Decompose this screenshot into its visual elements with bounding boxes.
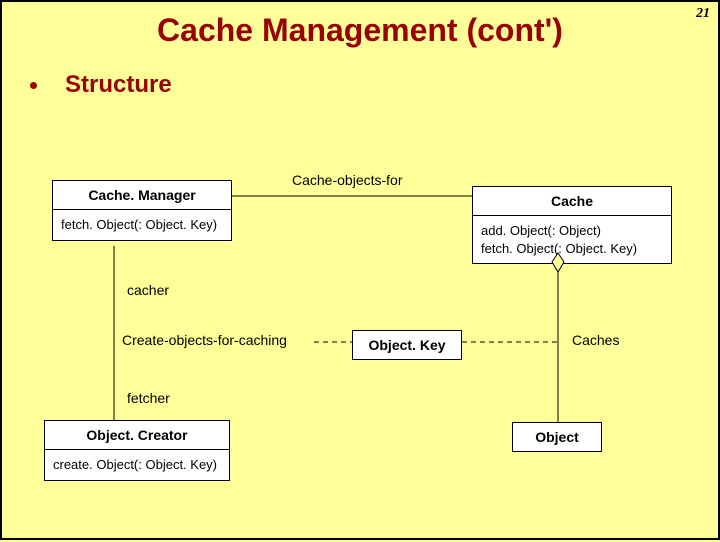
assoc-create-objects-for-caching: Create-objects-for-caching (122, 332, 287, 348)
assoc-cache-objects-for: Cache-objects-for (292, 172, 403, 188)
class-cache: Cache add. Object(: Object) fetch. Objec… (472, 186, 672, 264)
structure-bullet: Structure (30, 71, 718, 99)
class-object-key: Object. Key (352, 330, 462, 360)
class-object-name: Object (513, 423, 601, 451)
class-cache-op-1: fetch. Object(: Object. Key) (481, 240, 663, 258)
bullet-icon (30, 82, 37, 89)
class-object-creator-name: Object. Creator (45, 421, 229, 450)
class-object-creator-op-0: create. Object(: Object. Key) (45, 450, 229, 480)
class-object-key-name: Object. Key (353, 331, 461, 359)
class-cache-op-0: add. Object(: Object) (481, 222, 663, 240)
page-title: Cache Management (cont') (2, 2, 718, 49)
bullet-text: Structure (65, 71, 172, 99)
class-cache-manager: Cache. Manager fetch. Object(: Object. K… (52, 180, 232, 241)
page-number: 21 (696, 6, 710, 22)
class-cache-manager-name: Cache. Manager (53, 181, 231, 210)
class-object-creator: Object. Creator create. Object(: Object.… (44, 420, 230, 481)
class-cache-ops: add. Object(: Object) fetch. Object(: Ob… (473, 216, 671, 263)
class-cache-manager-op-0: fetch. Object(: Object. Key) (53, 210, 231, 240)
class-object: Object (512, 422, 602, 452)
class-cache-name: Cache (473, 187, 671, 216)
assoc-caches: Caches (572, 332, 619, 348)
role-cacher: cacher (127, 282, 169, 298)
role-fetcher: fetcher (127, 390, 170, 406)
